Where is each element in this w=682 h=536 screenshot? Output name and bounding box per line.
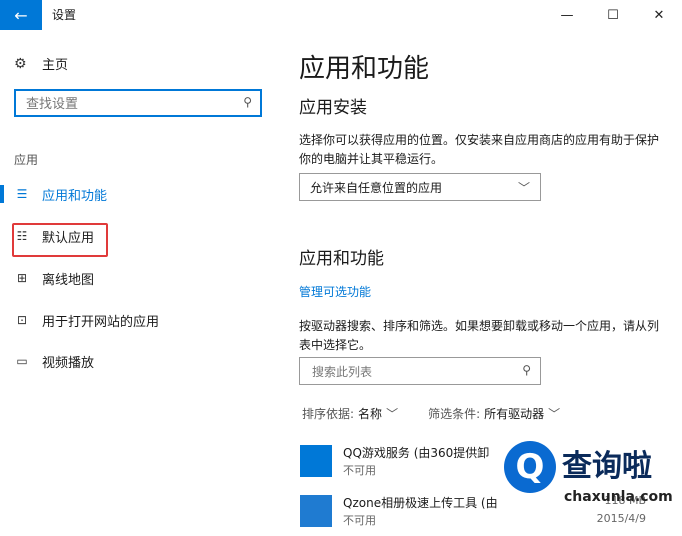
- web-apps-icon: ⊡: [16, 313, 28, 327]
- minimize-button[interactable]: —: [544, 0, 590, 30]
- apps-search-input[interactable]: [310, 358, 514, 386]
- section-label: 应用: [14, 153, 39, 167]
- home-label: 主页: [42, 58, 69, 73]
- settings-search-input[interactable]: [24, 91, 238, 117]
- watermark-text: 查询啦: [562, 449, 652, 484]
- title-bar: ← 设置 — ☐ ✕: [0, 0, 682, 30]
- sidebar-item-web-apps[interactable]: ⊡ 用于打开网站的应用: [0, 303, 280, 337]
- maximize-icon: ☐: [607, 7, 619, 23]
- sort-label: 排序依据:: [302, 407, 355, 421]
- watermark-logo-icon: Q: [504, 441, 556, 493]
- watermark-url: chaxunla.com: [564, 489, 673, 505]
- minimize-icon: —: [560, 7, 574, 23]
- app-name: Qzone相册极速上传工具 (由: [343, 496, 498, 510]
- filter-label: 筛选条件:: [428, 407, 481, 421]
- sidebar-item-label: 离线地图: [42, 272, 95, 288]
- install-source-select[interactable]: 允许来自任意位置的应用 ﹀: [299, 173, 541, 201]
- window-title: 设置: [52, 8, 77, 22]
- watermark-logo: Q 查询啦 chaxunla.com: [500, 437, 682, 517]
- chevron-down-icon: ﹀: [548, 407, 561, 421]
- sidebar-item-label: 应用和功能: [42, 188, 108, 204]
- manage-optional-features-link[interactable]: 管理可选功能: [299, 283, 371, 300]
- apps-heading: 应用和功能: [299, 249, 384, 269]
- sort-value: 名称: [358, 407, 383, 421]
- chevron-down-icon: ﹀: [386, 407, 399, 421]
- app-tile-icon: [300, 495, 332, 527]
- sidebar-item-video-playback[interactable]: ▭ 视频播放: [0, 344, 280, 378]
- search-icon[interactable]: ⚲: [522, 363, 531, 377]
- install-description: 选择你可以获得应用的位置。仅安装来自应用商店的应用有助于保护你的电脑并让其平稳运…: [299, 133, 660, 166]
- install-heading: 应用安装: [299, 98, 367, 118]
- close-icon: ✕: [653, 7, 665, 23]
- app-status: 不可用: [343, 514, 376, 527]
- chevron-down-icon: ﹀: [517, 181, 530, 195]
- video-icon: ▭: [16, 354, 28, 368]
- sidebar-item-label: 视频播放: [42, 355, 95, 371]
- app-status: 不可用: [343, 464, 376, 477]
- apps-search-box[interactable]: ⚲: [299, 357, 541, 386]
- home-link[interactable]: ⚙ 主页: [14, 54, 69, 74]
- sort-dropdown[interactable]: 排序依据: 名称 ﹀: [302, 405, 398, 422]
- filter-dropdown[interactable]: 筛选条件: 所有驱动器 ﹀: [428, 405, 560, 422]
- sidebar: ⚙ 主页 ⚲ 应用 ☰ 应用和功能 ☷ 默认应用 ⊞ 离线地图 ⊡ 用于打开网站…: [0, 30, 280, 528]
- close-button[interactable]: ✕: [636, 0, 682, 30]
- apps-list-icon: ☰: [16, 187, 28, 201]
- back-button[interactable]: ←: [0, 0, 42, 30]
- search-icon[interactable]: ⚲: [243, 95, 252, 109]
- sort-filter-bar: 排序依据: 名称 ﹀ 筛选条件: 所有驱动器 ﹀: [302, 405, 582, 422]
- settings-search-box[interactable]: ⚲: [14, 89, 262, 117]
- filter-value: 所有驱动器: [484, 407, 545, 421]
- install-source-value: 允许来自任意位置的应用: [310, 180, 443, 195]
- sidebar-item-offline-maps[interactable]: ⊞ 离线地图: [0, 261, 280, 295]
- sidebar-item-apps-features[interactable]: ☰ 应用和功能: [0, 177, 280, 211]
- gear-icon: ⚙: [14, 55, 27, 72]
- app-tile-icon: [300, 445, 332, 477]
- highlight-annotation-box: [12, 223, 108, 257]
- active-indicator: [0, 185, 4, 203]
- sidebar-item-label: 用于打开网站的应用: [42, 314, 160, 330]
- maximize-button[interactable]: ☐: [590, 0, 636, 30]
- app-name: QQ游戏服务 (由360提供卸: [343, 446, 490, 460]
- apps-description: 按驱动器搜索、排序和筛选。如果想要卸载或移动一个应用，请从列表中选择它。: [299, 319, 660, 352]
- page-title: 应用和功能: [299, 54, 430, 84]
- back-arrow-icon: ←: [14, 5, 28, 25]
- map-icon: ⊞: [16, 271, 28, 285]
